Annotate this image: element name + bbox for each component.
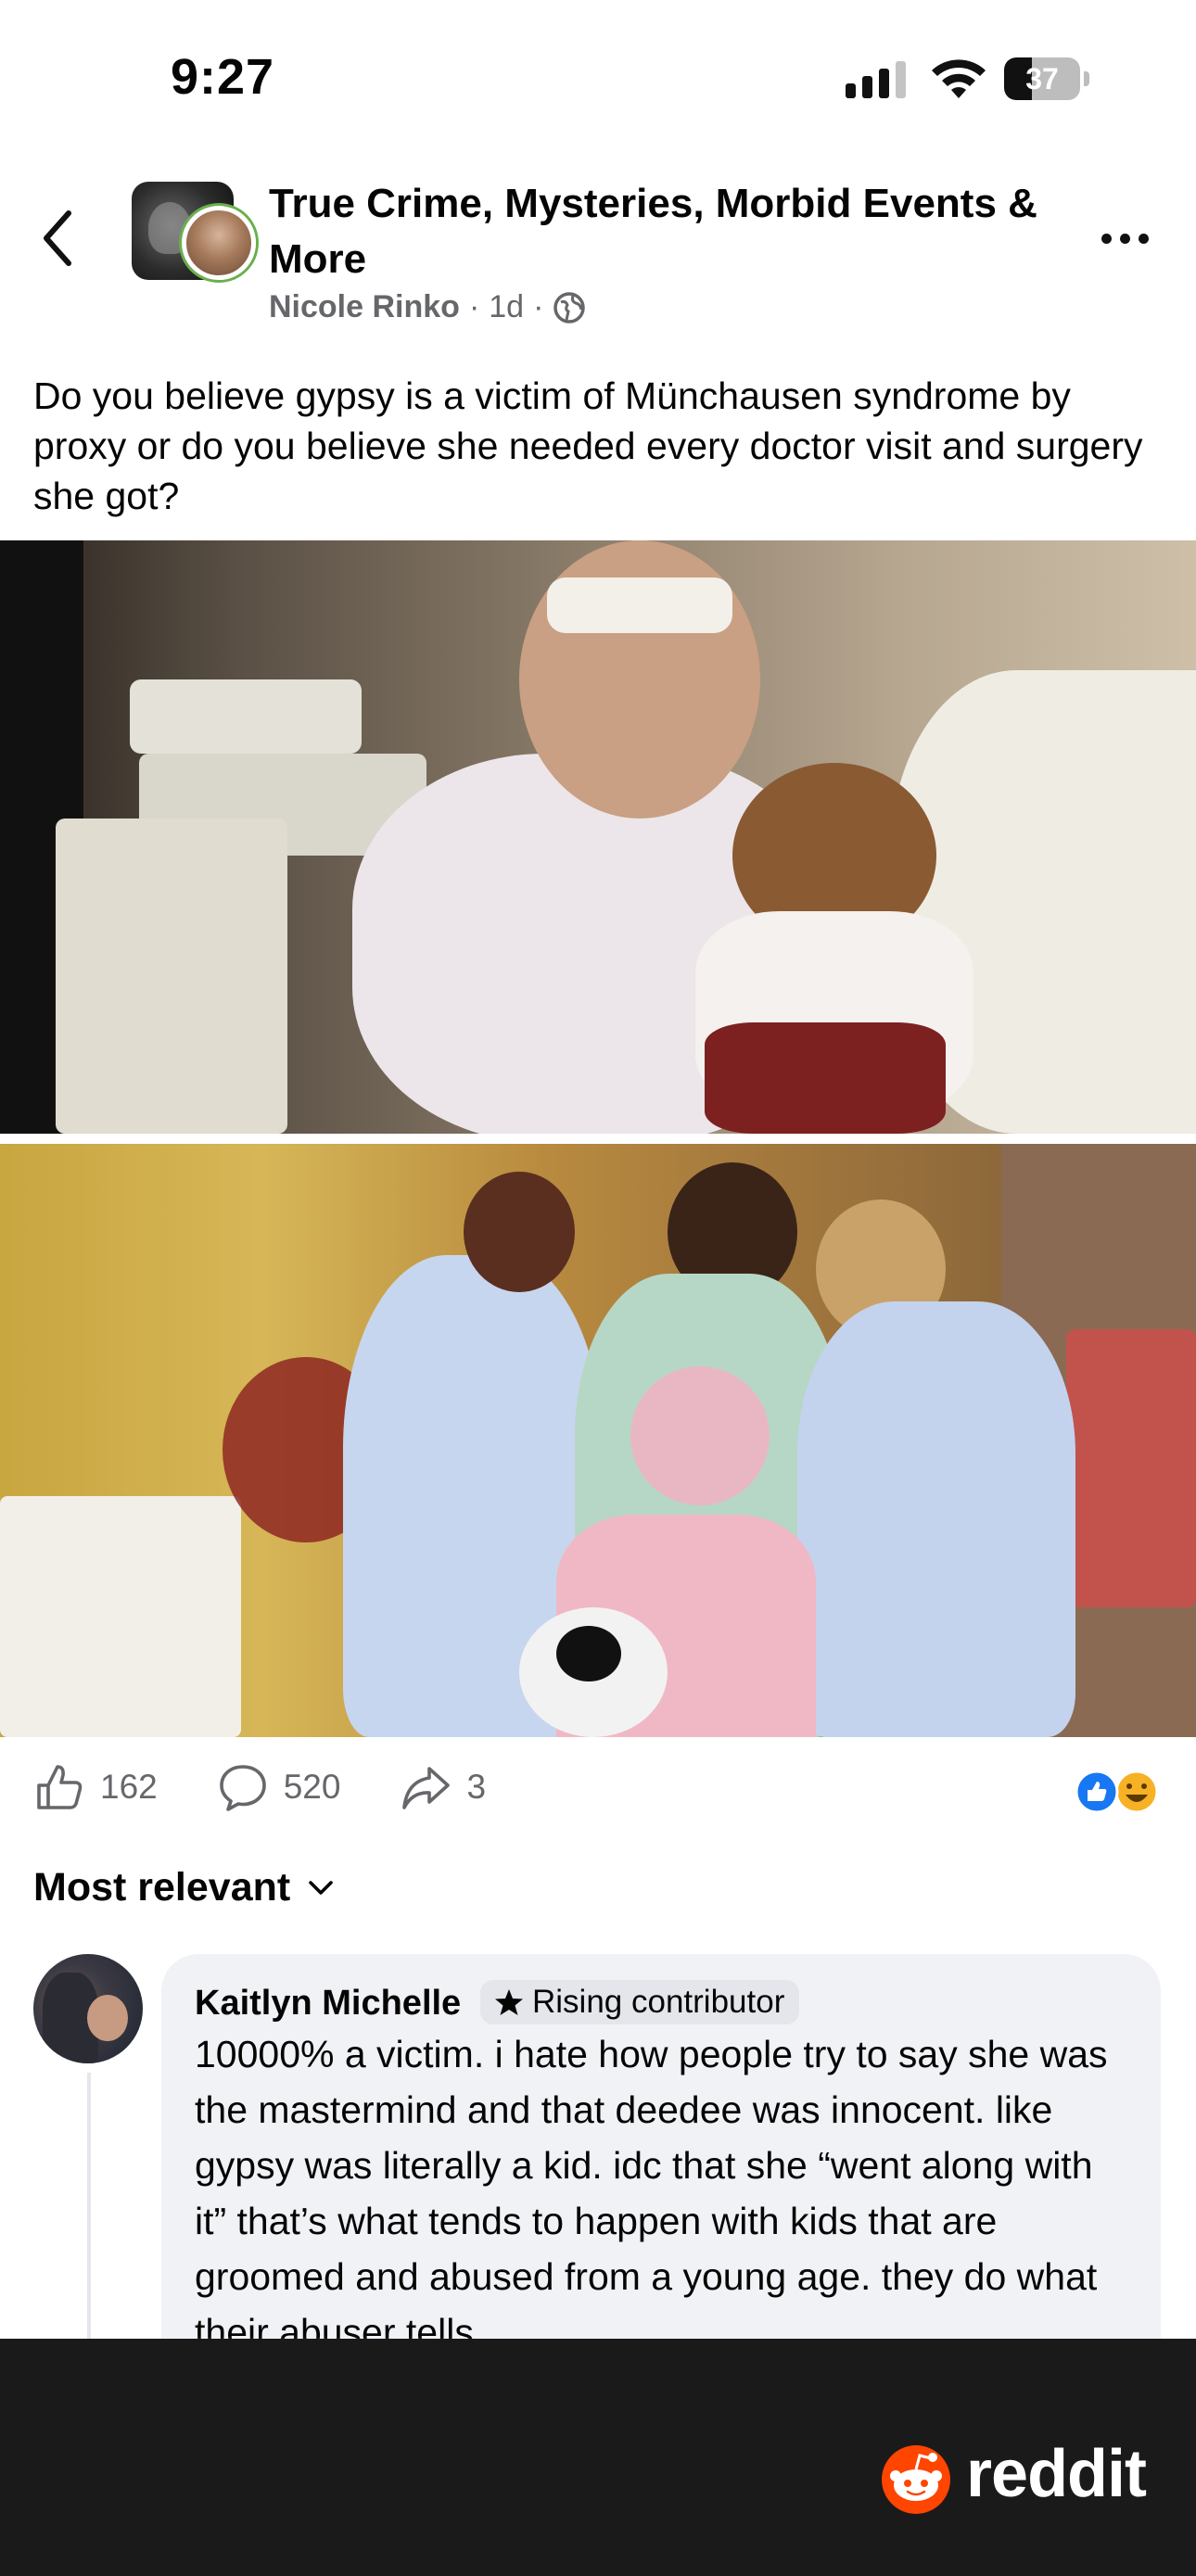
post-photo-hospital[interactable] — [0, 540, 1196, 1134]
post-meta: Nicole Rinko · 1d · — [269, 289, 586, 325]
like-button[interactable]: 162 — [33, 1761, 158, 1813]
globe-icon — [553, 291, 586, 324]
post-time[interactable]: 1d — [489, 289, 524, 325]
more-options-icon[interactable] — [1101, 234, 1149, 244]
badge-label: Rising contributor — [532, 1984, 785, 2020]
commenter-avatar[interactable] — [33, 1954, 143, 2063]
like-count: 162 — [100, 1768, 158, 1806]
author-name[interactable]: Nicole Rinko — [269, 289, 460, 325]
post-text: Do you believe gypsy is a victim of Münc… — [33, 374, 1143, 517]
group-name[interactable]: True Crime, Mysteries, Morbid Events & M… — [269, 176, 1066, 287]
share-count: 3 — [466, 1768, 487, 1806]
comment-count: 520 — [283, 1768, 341, 1806]
comment-button[interactable]: 520 — [217, 1761, 341, 1813]
meta-separator: · — [533, 289, 544, 324]
reddit-wordmark: reddit — [966, 2437, 1147, 2511]
comment-sort-dropdown[interactable]: Most relevant — [33, 1865, 335, 1910]
post-photo-store[interactable] — [0, 1144, 1196, 1737]
cellular-signal-icon — [846, 61, 906, 98]
star-icon — [495, 1989, 523, 2015]
commenter-name[interactable]: Kaitlyn Michelle — [195, 1984, 461, 2024]
comment-text: 10000% a victim. i hate how people try t… — [195, 2033, 1108, 2354]
reaction-icons[interactable] — [1072, 1769, 1164, 1815]
wifi-icon — [932, 59, 986, 98]
post-actions: 162 520 3 — [33, 1761, 545, 1813]
chevron-down-icon — [309, 1880, 334, 1895]
status-time: 9:27 — [171, 49, 275, 105]
share-icon — [402, 1767, 451, 1809]
thread-line — [87, 2073, 91, 2351]
share-button[interactable]: 3 — [400, 1761, 486, 1813]
battery-level: 37 — [1025, 62, 1059, 95]
sort-label: Most relevant — [33, 1865, 291, 1910]
author-avatar[interactable] — [182, 206, 256, 280]
contributor-badge[interactable]: Rising contributor — [480, 1980, 800, 2024]
comment-icon — [219, 1765, 266, 1811]
battery-icon: 37 — [1004, 57, 1089, 100]
thumbs-up-icon — [37, 1765, 83, 1809]
back-arrow-icon[interactable] — [39, 206, 76, 271]
reddit-logo-icon — [882, 2445, 950, 2514]
meta-separator: · — [468, 289, 480, 324]
